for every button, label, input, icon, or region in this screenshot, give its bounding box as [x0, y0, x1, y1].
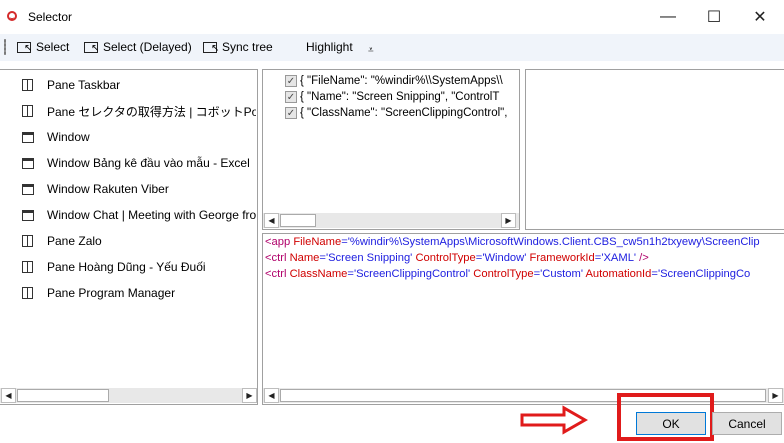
xml-tag: <ctrl: [265, 268, 287, 280]
tree-scroll-left-icon[interactable]: ◀: [1, 388, 16, 403]
tree-item[interactable]: Pane セレクタの取得方法 | コボットPortal -: [22, 101, 256, 121]
tree-item[interactable]: Pane Zalo: [22, 231, 256, 251]
tree-item[interactable]: Pane Hoàng Dũng - Yếu Đuối: [22, 257, 256, 277]
xml-attr: ControlType: [415, 252, 476, 264]
attributes-scroll-right-icon[interactable]: ▶: [501, 213, 516, 228]
attribute-row[interactable]: ✓{ "FileName": "%windir%\\SystemApps\\: [285, 73, 517, 89]
minimize-button[interactable]: —: [645, 0, 691, 34]
attributes-scroll-left-icon[interactable]: ◀: [264, 213, 279, 228]
xml-tag: <ctrl: [265, 252, 287, 264]
window-icon: [22, 157, 34, 169]
xml-attr: ControlType: [473, 268, 534, 280]
xml-value: 'Window': [482, 252, 530, 264]
xml-attr: FileName: [293, 236, 342, 248]
xml-value: 'ScreenClippingControl': [353, 268, 474, 280]
highlight-dropdown-icon[interactable]: ⩡: [368, 45, 374, 56]
xml-scroll-left-icon[interactable]: ◀: [264, 388, 279, 403]
select-delayed-icon: [84, 41, 99, 54]
tree-item-label: Window: [47, 130, 90, 144]
xml-line-app: <app FileName='%windir%\SystemApps\Micro…: [265, 236, 760, 248]
close-button[interactable]: ✕: [737, 0, 783, 34]
maximize-button[interactable]: ☐: [691, 0, 737, 34]
xml-line-ctrl-window: <ctrl Name='Screen Snipping' ControlType…: [265, 252, 649, 264]
pane-icon: [22, 79, 33, 91]
attribute-checkbox[interactable]: ✓: [285, 91, 297, 103]
xml-tag: <app: [265, 236, 291, 248]
attribute-text: { "ClassName": "ScreenClippingControl",: [300, 107, 508, 119]
tree-scroll-thumb[interactable]: [17, 389, 109, 402]
tree-item[interactable]: Pane Taskbar: [22, 75, 256, 95]
sync-tree-icon: [203, 41, 219, 54]
select-delayed-button[interactable]: Select (Delayed): [84, 38, 192, 56]
ok-button[interactable]: OK: [636, 412, 706, 435]
select-label: Select: [36, 40, 70, 54]
sync-tree-label: Sync tree: [222, 40, 273, 54]
xml-tag-end: />: [639, 252, 649, 264]
attribute-row[interactable]: ✓{ "Name": "Screen Snipping", "ControlT: [285, 89, 517, 105]
toolbar-grip-icon[interactable]: [4, 39, 6, 55]
xml-attr: Name: [289, 252, 320, 264]
attribute-checkbox[interactable]: ✓: [285, 75, 297, 87]
pane-icon: [22, 105, 33, 117]
window-icon: [22, 131, 34, 143]
tree-item-label: Pane Taskbar: [47, 78, 121, 92]
xml-value: 'Custom': [540, 268, 586, 280]
xml-value: 'ScreenClippingCo: [657, 268, 751, 280]
tree-item-label: Pane Program Manager: [47, 286, 176, 300]
pane-icon: [22, 235, 33, 247]
xml-scroll-right-icon[interactable]: ▶: [768, 388, 783, 403]
tree-item[interactable]: Window Bảng kê đầu vào mẫu - Excel: [22, 153, 256, 173]
properties-panel[interactable]: [525, 69, 784, 230]
attribute-text: { "Name": "Screen Snipping", "ControlT: [300, 91, 500, 103]
xml-attr: ClassName: [289, 268, 348, 280]
select-delayed-label: Select (Delayed): [103, 40, 192, 54]
tree-item[interactable]: Window: [22, 127, 256, 147]
xml-line-ctrl-custom: <ctrl ClassName='ScreenClippingControl' …: [265, 268, 751, 280]
sync-tree-button[interactable]: Sync tree: [203, 38, 273, 56]
select-button[interactable]: Select: [17, 38, 69, 56]
tree-scroll-right-icon[interactable]: ▶: [242, 388, 257, 403]
xml-value: 'XAML': [601, 252, 640, 264]
highlight-label: Highlight: [306, 40, 353, 54]
cancel-button[interactable]: Cancel: [712, 412, 782, 435]
attributes-scroll-thumb[interactable]: [280, 214, 316, 227]
window-icon: [22, 183, 34, 195]
attribute-text: { "FileName": "%windir%\\SystemApps\\: [300, 75, 503, 87]
tree-item[interactable]: Pane Program Manager: [22, 283, 256, 303]
xml-attr: FrameworkId: [529, 252, 595, 264]
tree-item-label: Window Rakuten Viber: [47, 182, 169, 196]
annotation-arrow-icon: [520, 405, 588, 435]
tree-item-label: Pane セレクタの取得方法 | コボットPortal -: [47, 104, 256, 119]
pane-icon: [22, 261, 33, 273]
tree-item[interactable]: Window Chat | Meeting with George fro: [22, 205, 256, 225]
tree-item-label: Pane Hoàng Dũng - Yếu Đuối: [47, 260, 206, 274]
tree-item-label: Window Bảng kê đầu vào mẫu - Excel: [47, 156, 250, 170]
attribute-row[interactable]: ✓{ "ClassName": "ScreenClippingControl",: [285, 105, 517, 121]
selector-app-icon: [7, 11, 17, 21]
window-icon: [22, 209, 34, 221]
xml-value: '%windir%\SystemApps\MicrosoftWindows.Cl…: [347, 236, 760, 248]
attribute-checkbox[interactable]: ✓: [285, 107, 297, 119]
xml-attr: AutomationId: [585, 268, 652, 280]
pane-icon: [22, 287, 33, 299]
tree-item-label: Window Chat | Meeting with George fro: [47, 208, 256, 222]
tree-item-label: Pane Zalo: [47, 234, 102, 248]
select-target-icon: [17, 41, 32, 54]
window-title: Selector: [28, 10, 73, 24]
tree-item[interactable]: Window Rakuten Viber: [22, 179, 256, 199]
highlight-button[interactable]: Highlight: [306, 38, 353, 56]
xml-value: 'Screen Snipping': [325, 252, 416, 264]
